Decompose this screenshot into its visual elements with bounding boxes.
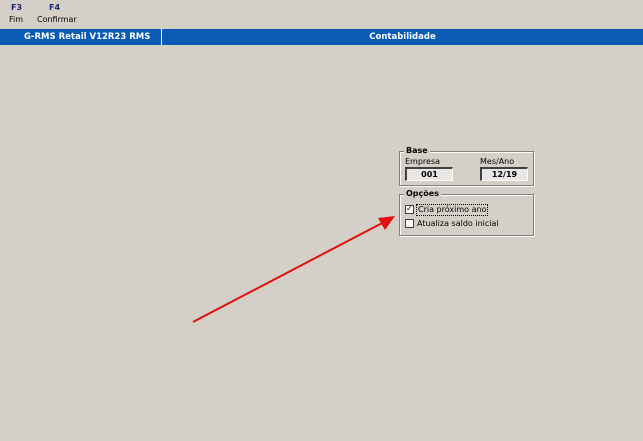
- app-title: G-RMS Retail V12R23 RMS: [24, 32, 151, 42]
- checkmark-icon: ✓: [406, 204, 413, 213]
- f4-key-label: F4: [49, 3, 61, 12]
- atualiza-saldo-inicial-option[interactable]: Atualiza saldo inicial: [405, 218, 499, 229]
- f3-fim-button[interactable]: F3 Fim: [9, 2, 23, 26]
- atualiza-saldo-inicial-checkbox[interactable]: [405, 219, 414, 228]
- confirmar-label: Confirmar: [37, 15, 77, 24]
- base-legend: Base: [404, 146, 430, 156]
- cria-proximo-ano-option[interactable]: ✓ Cria próximo ano: [405, 203, 489, 216]
- cria-proximo-ano-checkbox[interactable]: ✓: [405, 204, 414, 214]
- mesano-field[interactable]: 12/19: [480, 167, 528, 181]
- module-title: Contabilidade: [369, 32, 436, 42]
- red-arrow-icon: [192, 216, 395, 323]
- opcoes-legend: Opções: [404, 189, 441, 199]
- title-bar: G-RMS Retail V12R23 RMS Contabilidade: [0, 29, 643, 45]
- opcoes-group: Opções ✓ Cria próximo ano Atualiza saldo…: [399, 189, 534, 236]
- mesano-label: Mes/Ano: [480, 157, 515, 166]
- empresa-field[interactable]: 001: [405, 167, 453, 181]
- fim-label: Fim: [9, 15, 24, 24]
- arrow-shaft: [192, 220, 387, 323]
- f4-confirmar-button[interactable]: F4 Confirmar: [37, 2, 77, 26]
- atualiza-saldo-inicial-label: Atualiza saldo inicial: [417, 218, 499, 228]
- base-group: Base Empresa Mes/Ano 001 12/19: [399, 146, 534, 186]
- f3-key-label: F3: [11, 3, 23, 12]
- empresa-label: Empresa: [405, 157, 441, 166]
- cria-proximo-ano-label: Cria próximo ano: [415, 203, 489, 216]
- arrow-head: [378, 216, 395, 230]
